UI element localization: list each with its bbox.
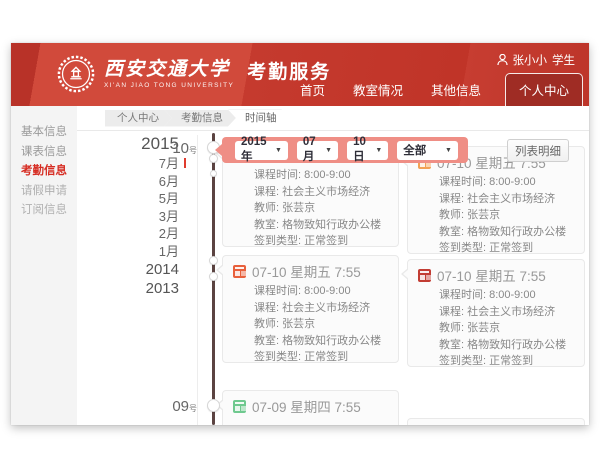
- card-field: 签到类型: 正常签到: [418, 240, 574, 257]
- timeline-month-jul[interactable]: 7月: [103, 155, 179, 173]
- attendance-card: 07-10 星期五 7:55 课程时间: 8:00-9:00 课程: 社会主义市…: [222, 255, 399, 363]
- current-month-marker: [184, 158, 186, 168]
- caret-down-icon: ▼: [375, 147, 382, 154]
- timeline-month-jan[interactable]: 1月: [103, 243, 179, 261]
- university-name: 西安交通大学 XI'AN JIAO TONG UNIVERSITY: [104, 59, 234, 90]
- card-field: 教室: 格物致知行政办公楼: [418, 337, 574, 354]
- sidebar-item-subscription-info[interactable]: 订阅信息: [11, 201, 77, 221]
- card-field: 课程: 社会主义市场经济: [233, 300, 388, 317]
- card-field: 教师: 张芸京: [418, 207, 574, 224]
- card-field: 签到类型: 正常签到: [233, 349, 388, 366]
- timeline-month-feb[interactable]: 2月: [103, 225, 179, 243]
- card-field: 课程时间: 8:00-9:00: [418, 287, 574, 304]
- attendance-card: 07-10 星期五 7:55 课程时间: 8:00-9:00 课程: 社会主义市…: [407, 259, 585, 367]
- timeline-month-may[interactable]: 5月: [103, 190, 179, 208]
- timeline-column-divider: [197, 135, 198, 425]
- timeline-year-2014[interactable]: 2014: [103, 260, 179, 279]
- timeline-node[interactable]: [210, 170, 217, 177]
- type-select[interactable]: 全部 ▼: [397, 141, 458, 160]
- calendar-icon: [233, 400, 246, 413]
- timeline-node[interactable]: [209, 256, 218, 265]
- card-date-header: 07-10 星期五 7:55: [252, 261, 361, 281]
- caret-down-icon: ▼: [445, 147, 452, 154]
- card-field: 课程时间: 8:00-9:00: [418, 174, 574, 191]
- user-role: 学生: [552, 52, 575, 68]
- sidebar-item-attendance-info[interactable]: 考勤信息: [11, 162, 77, 182]
- card-field: 课程: 社会主义市场经济: [233, 184, 388, 201]
- card-field: 教师: 张芸京: [418, 320, 574, 337]
- card-date-header: 07-10 星期五 7:55: [437, 265, 546, 285]
- university-name-en: XI'AN JIAO TONG UNIVERSITY: [104, 81, 234, 90]
- sidebar-item-basic-info[interactable]: 基本信息: [11, 123, 77, 143]
- app-window: 西安交通大学 XI'AN JIAO TONG UNIVERSITY 考勤服务 张…: [11, 43, 589, 425]
- day-select[interactable]: 10日 ▼: [347, 141, 388, 160]
- sidebar: 基本信息 课表信息 考勤信息 请假申请 订阅信息: [11, 106, 77, 425]
- card-field: 教师: 张芸京: [233, 316, 388, 333]
- card-field: 签到类型: 正常签到: [418, 353, 574, 370]
- nav-home[interactable]: 首页: [286, 73, 339, 106]
- timeline-node[interactable]: [209, 272, 218, 281]
- day-label-09: 09号: [139, 398, 197, 415]
- card-field: 教室: 格物致知行政办公楼: [418, 224, 574, 241]
- breadcrumb-attendance-info[interactable]: 考勤信息: [164, 110, 236, 127]
- caret-down-icon: ▼: [275, 147, 282, 154]
- calendar-icon: [233, 265, 246, 278]
- day-label-10: 10号: [139, 140, 197, 157]
- sidebar-item-leave-request[interactable]: 请假申请: [11, 182, 77, 202]
- caret-down-icon: ▼: [325, 147, 332, 154]
- timeline-year-2013[interactable]: 2013: [103, 279, 179, 298]
- university-logo-icon: [57, 55, 95, 93]
- sidebar-item-schedule-info[interactable]: 课表信息: [11, 143, 77, 163]
- timeline-month-jun[interactable]: 6月: [103, 173, 179, 191]
- card-field: 教室: 格物致知行政办公楼: [233, 217, 388, 234]
- date-filter-bar: 2015年 ▼ 07月 ▼ 10日 ▼ 全部 ▼: [222, 137, 468, 163]
- card-field: 课程时间: 8:00-9:00: [233, 283, 388, 300]
- attendance-card-partial: [407, 418, 585, 425]
- university-name-cn: 西安交通大学: [104, 59, 234, 81]
- list-detail-button[interactable]: 列表明细: [507, 139, 569, 162]
- breadcrumb-personal-center[interactable]: 个人中心: [105, 110, 172, 127]
- year-select[interactable]: 2015年 ▼: [235, 141, 288, 160]
- card-field: 教师: 张芸京: [233, 200, 388, 217]
- user-info[interactable]: 张小小 学生: [497, 52, 576, 68]
- card-field: 课程: 社会主义市场经济: [418, 304, 574, 321]
- nav-personal-center-active[interactable]: 个人中心: [505, 73, 583, 106]
- app-header: 西安交通大学 XI'AN JIAO TONG UNIVERSITY 考勤服务 张…: [11, 43, 589, 106]
- card-field: 课程: 社会主义市场经济: [418, 191, 574, 208]
- nav-other-info[interactable]: 其他信息: [417, 73, 495, 106]
- nav-classrooms[interactable]: 教室情况: [339, 73, 417, 106]
- card-field: 签到类型: 正常签到: [233, 233, 388, 250]
- top-nav: 首页 教室情况 其他信息 个人中心: [286, 73, 583, 106]
- stamp-icon: [418, 269, 431, 282]
- timeline-year-list: 2015 7月 6月 5月 3月 2月 1月 2014 2013: [103, 133, 179, 298]
- user-name: 张小小: [513, 52, 548, 68]
- user-icon: [497, 54, 508, 66]
- card-date-header: 07-09 星期四 7:55: [252, 396, 361, 416]
- timeline-month-mar[interactable]: 3月: [103, 208, 179, 226]
- month-select[interactable]: 07月 ▼: [297, 141, 338, 160]
- timeline-node[interactable]: [207, 399, 220, 412]
- attendance-card: 07-09 星期四 7:55: [222, 390, 399, 425]
- breadcrumb-timeline[interactable]: 时间轴: [228, 110, 290, 127]
- card-field: 课程时间: 8:00-9:00: [233, 167, 388, 184]
- breadcrumb: 个人中心 考勤信息 时间轴: [77, 106, 589, 131]
- card-field: 教室: 格物致知行政办公楼: [233, 333, 388, 350]
